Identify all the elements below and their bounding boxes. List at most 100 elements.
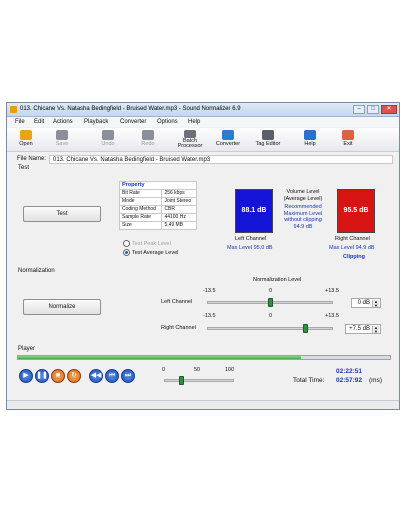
toolbar-button[interactable]: Help (295, 130, 325, 150)
toolbar-button[interactable]: Open (11, 130, 41, 150)
window-title: 013. Chicane Vs. Natasha Bedingfield - B… (20, 106, 241, 112)
minimize-button[interactable]: – (353, 105, 365, 114)
toolbar-button-label: Open (19, 141, 33, 147)
toolbar-button-label: Undo (101, 141, 115, 147)
right-meter-value: 95.5 dB (343, 207, 369, 214)
toolbar-button[interactable]: Undo (93, 130, 123, 150)
folder-open-icon (20, 130, 32, 140)
redo-icon (142, 130, 154, 140)
left-channel-slider-thumb[interactable] (267, 298, 273, 307)
maximize-button[interactable]: □ (367, 105, 379, 114)
menu-edit[interactable]: Edit (34, 119, 44, 125)
prop-value: CBR (161, 205, 197, 214)
pause-button[interactable]: ❚❚ (35, 369, 49, 383)
app-icon (10, 106, 17, 113)
right-slider-min: -13.5 (203, 313, 216, 319)
right-level-spinner[interactable]: ▲ ▼ (372, 326, 379, 333)
toolbar-button[interactable]: Redo (133, 130, 163, 150)
left-slider-max: +13.5 (325, 288, 339, 294)
help-icon (304, 130, 316, 140)
radio-indicator (123, 249, 130, 256)
property-header: Property (119, 181, 197, 190)
prop-name: Coding Method (118, 205, 163, 214)
toolbar-button[interactable]: Converter (213, 130, 243, 150)
toolbar-button-label: Tag Editor (255, 141, 281, 147)
player-section-label: Player (18, 346, 36, 352)
menu-options[interactable]: Options (157, 119, 178, 125)
previous-button[interactable]: ⏮ (105, 369, 119, 383)
prop-value: 256 kbps (161, 189, 197, 198)
toolbar-button-label: Help (304, 141, 316, 147)
close-button[interactable]: ✕ (381, 105, 397, 114)
app-window: 013. Chicane Vs. Natasha Bedingfield - B… (6, 102, 400, 410)
left-level-value: 0 dB (357, 300, 370, 306)
volume-tick-100: 100 (225, 367, 235, 373)
right-slider-max: +13.5 (325, 313, 339, 319)
right-level-input[interactable]: +7.5 dB ▲ ▼ (345, 324, 381, 334)
toolbar-button[interactable]: Exit (333, 130, 363, 150)
right-slider-mid: 0 (269, 313, 273, 319)
toolbar-button-label: Converter (215, 141, 241, 147)
title-bar: 013. Chicane Vs. Natasha Bedingfield - B… (7, 103, 399, 117)
normalize-button[interactable]: Normalize (23, 299, 101, 315)
toolbar-button-label: Save (55, 141, 69, 147)
radio-test-peak[interactable]: Test Peak Level (123, 240, 171, 247)
left-level-spinner[interactable]: ▲ ▼ (372, 300, 379, 307)
playback-progress-fill (18, 356, 301, 359)
prop-name: Bit Rate (118, 189, 163, 198)
volume-slider[interactable] (164, 379, 234, 382)
toolbar-button[interactable]: Tag Editor (253, 130, 283, 150)
left-channel-meter: 88.1 dB (235, 189, 273, 233)
tag-icon (262, 130, 274, 140)
volume-tick-0: 0 (162, 367, 166, 373)
prop-name: Mode (118, 197, 163, 206)
menu-playback[interactable]: Playback (84, 119, 108, 125)
stop-button[interactable]: ■ (51, 369, 65, 383)
toolbar-button-label: Batch Processor (177, 138, 203, 149)
left-slider-min: -13.5 (203, 288, 216, 294)
menu-bar: File Edit Actions Playback Converter Opt… (7, 117, 399, 127)
menu-converter[interactable]: Converter (120, 119, 146, 125)
right-channel-slider-thumb[interactable] (302, 324, 308, 333)
left-channel-label: Left Channel (235, 236, 267, 242)
left-slider-mid: 0 (269, 288, 273, 294)
playback-progress-bar[interactable] (17, 355, 391, 360)
left-max-level: Max Level 95.0 dB (227, 245, 273, 251)
right-channel-meter: 95.5 dB (337, 189, 375, 233)
test-section-label: Test (18, 165, 30, 171)
volume-level-title: Volume Level (Average Level) (283, 189, 323, 202)
normalization-section-label: Normalization (18, 268, 55, 274)
play-button[interactable]: ▶ (19, 369, 33, 383)
total-time: 02:57:92 (336, 377, 363, 384)
clipping-indicator: Clipping (343, 254, 365, 260)
normalization-level-title: Normalization Level (253, 277, 302, 283)
radio-test-average[interactable]: Test Average Level (123, 249, 178, 256)
test-button[interactable]: Test (23, 206, 101, 222)
right-level-value: +7.5 dB (349, 326, 370, 332)
exit-icon (342, 130, 354, 140)
radio-label: Test Peak Level (132, 240, 171, 247)
toolbar: Open Save Undo Redo Batch Processor Converter… (7, 128, 399, 152)
menu-help[interactable]: Help (188, 119, 200, 125)
file-name-field[interactable]: 013. Chicane Vs. Natasha Bedingfield - B… (49, 155, 393, 164)
toolbar-button-label: Redo (141, 141, 155, 147)
batch-icon (184, 130, 196, 138)
menu-actions[interactable]: Actions (53, 119, 73, 125)
right-channel-slider[interactable] (207, 327, 333, 330)
menu-file[interactable]: File (15, 119, 25, 125)
toolbar-button[interactable]: Save (47, 130, 77, 150)
recommended-level: Recommended Maximum Level without clippi… (283, 204, 323, 230)
prop-name: Size (118, 221, 163, 230)
repeat-button[interactable]: ↻ (67, 369, 81, 383)
prop-value: 44100 Hz (161, 213, 197, 222)
volume-slider-thumb[interactable] (179, 376, 184, 385)
file-name-label: File Name: (17, 156, 47, 162)
radio-indicator (123, 240, 130, 247)
status-bar (7, 400, 399, 409)
next-button[interactable]: ⏭ (121, 369, 135, 383)
toolbar-button[interactable]: Batch Processor (175, 130, 205, 150)
left-channel-slider-label: Left Channel (161, 299, 193, 305)
rewind-button[interactable]: ◀◀ (89, 369, 103, 383)
save-icon (56, 130, 68, 140)
left-level-input[interactable]: 0 dB ▲ ▼ (351, 298, 381, 308)
